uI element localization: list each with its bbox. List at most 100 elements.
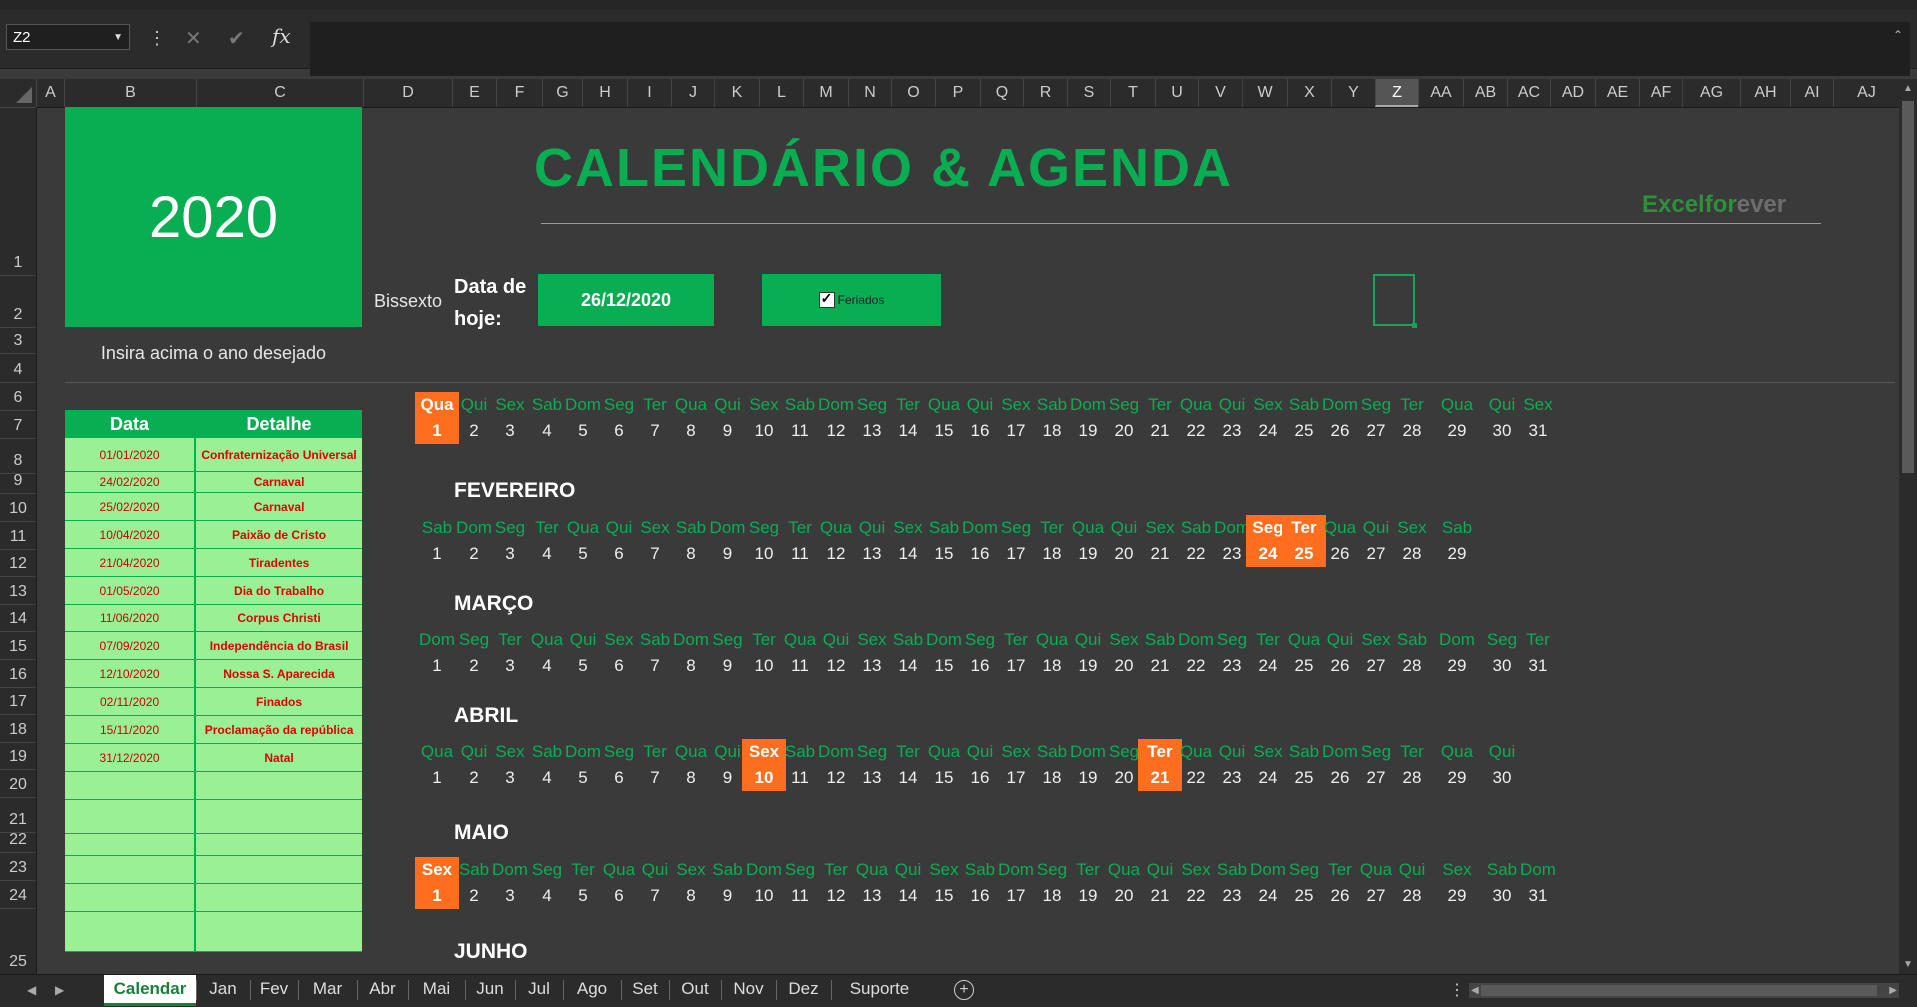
tab-fev[interactable]: Fev [250,975,298,1003]
vertical-scrollbar[interactable]: ▲ ▼ [1899,79,1917,974]
row-header[interactable]: 6 [0,382,36,410]
scroll-left-icon[interactable]: ◀ [1471,985,1479,996]
holiday-date[interactable] [65,800,197,833]
more-options-icon[interactable]: ⋮ [1449,980,1465,1000]
day-number[interactable]: 29 [1426,765,1488,791]
row-header[interactable]: 12 [0,549,36,576]
holiday-date[interactable]: 01/05/2020 [65,577,197,604]
row-header[interactable]: 13 [0,576,36,604]
chevron-down-icon[interactable]: ▼ [113,25,123,51]
tab-out[interactable]: Out [669,975,721,1003]
holiday-date[interactable]: 31/12/2020 [65,744,197,771]
tab-jul[interactable]: Jul [515,975,563,1003]
holiday-date[interactable] [65,772,197,799]
column-header[interactable]: W [1242,79,1287,107]
holiday-date[interactable]: 24/02/2020 [65,472,197,492]
horizontal-scroll-thumb[interactable] [1481,985,1877,996]
column-header[interactable]: C [196,79,363,107]
row-header[interactable]: 16 [0,659,36,687]
day-number[interactable]: 31 [1516,653,1560,679]
holiday-date[interactable]: 25/02/2020 [65,493,197,520]
holiday-detail[interactable]: Proclamação da república [196,716,362,743]
holiday-date[interactable]: 01/01/2020 [65,438,197,471]
row-header[interactable]: 20 [0,769,36,797]
day-number[interactable]: 29 [1426,883,1488,909]
holiday-detail[interactable]: Nossa S. Aparecida [196,660,362,687]
row-header[interactable]: 7 [0,410,36,438]
tab-scroll-right-icon[interactable]: ▶ [55,983,64,997]
holiday-detail[interactable]: Confraternização Universal [196,438,362,471]
worksheet-grid[interactable]: 2020 Insira acima o ano desejado CALENDÁ… [37,107,1897,974]
row-header[interactable]: 22 [0,831,36,852]
holiday-date[interactable]: 15/11/2020 [65,716,197,743]
column-header[interactable]: AB [1463,79,1507,107]
holiday-date[interactable]: 10/04/2020 [65,521,197,548]
row-header[interactable]: 3 [0,327,36,353]
column-header[interactable]: D [363,79,452,107]
selected-cell[interactable] [1373,274,1417,328]
holiday-date[interactable] [65,834,197,855]
holiday-date[interactable] [65,912,197,951]
holiday-detail[interactable] [196,800,362,833]
expand-formula-bar-icon[interactable]: ⌃ [1893,28,1903,42]
column-header[interactable]: K [714,79,759,107]
holiday-date[interactable]: 21/04/2020 [65,549,197,576]
holiday-detail[interactable]: Natal [196,744,362,771]
scroll-right-icon[interactable]: ▶ [1889,985,1897,996]
feriados-checkbox-control[interactable]: Feriados [762,274,941,326]
row-header[interactable]: 25 [0,908,36,974]
column-header[interactable]: N [848,79,891,107]
row-header[interactable]: 24 [0,880,36,908]
select-all-button[interactable] [0,79,36,107]
day-number[interactable]: 29 [1426,418,1488,444]
scroll-down-icon[interactable]: ▼ [1903,959,1913,970]
column-header[interactable]: V [1198,79,1242,107]
row-header[interactable]: 23 [0,852,36,880]
tab-suporte[interactable]: Suporte [831,975,928,1003]
holiday-detail[interactable] [196,856,362,883]
column-header[interactable]: AF [1639,79,1682,107]
column-header[interactable]: F [496,79,542,107]
today-date-cell[interactable]: 26/12/2020 [538,274,714,326]
holiday-detail[interactable]: Independência do Brasil [196,632,362,659]
column-header[interactable]: AE [1595,79,1639,107]
holiday-detail[interactable] [196,884,362,911]
holiday-date[interactable] [65,856,197,883]
column-header[interactable]: Z [1375,79,1418,107]
column-header[interactable]: R [1023,79,1067,107]
column-header[interactable]: AH [1740,79,1790,107]
column-header[interactable]: T [1110,79,1155,107]
tab-mai[interactable]: Mai [408,975,465,1003]
row-header[interactable]: 9 [0,472,36,493]
holiday-detail[interactable]: Dia do Trabalho [196,577,362,604]
day-number[interactable]: 31 [1516,883,1560,909]
column-header[interactable]: I [627,79,671,107]
column-header[interactable]: J [671,79,714,107]
column-header[interactable]: AJ [1833,79,1899,107]
column-header[interactable]: Q [980,79,1023,107]
holiday-date[interactable]: 02/11/2020 [65,688,197,715]
column-header[interactable]: AD [1550,79,1595,107]
column-header[interactable]: P [935,79,980,107]
add-sheet-icon[interactable]: + [954,980,974,1000]
row-header[interactable]: 2 [0,275,36,327]
tab-jun[interactable]: Jun [465,975,515,1003]
insert-function-icon[interactable]: fx [272,24,291,48]
row-header[interactable]: 1 [0,107,36,275]
holiday-detail[interactable]: Carnaval [196,493,362,520]
column-header[interactable]: AC [1507,79,1550,107]
tab-jan[interactable]: Jan [196,975,250,1003]
holiday-date[interactable]: 07/09/2020 [65,632,197,659]
cancel-icon[interactable]: ✕ [185,26,202,51]
column-header[interactable]: X [1287,79,1331,107]
tab-dez[interactable]: Dez [776,975,831,1003]
vertical-scroll-thumb[interactable] [1902,101,1914,473]
holiday-date[interactable]: 12/10/2020 [65,660,197,687]
column-header[interactable]: G [542,79,582,107]
more-options-icon[interactable]: ⋮ [148,28,166,49]
tab-scroll-left-icon[interactable]: ◀ [27,983,36,997]
holiday-detail[interactable] [196,772,362,799]
column-header[interactable]: S [1067,79,1110,107]
holiday-detail[interactable]: Finados [196,688,362,715]
holiday-detail[interactable]: Tiradentes [196,549,362,576]
